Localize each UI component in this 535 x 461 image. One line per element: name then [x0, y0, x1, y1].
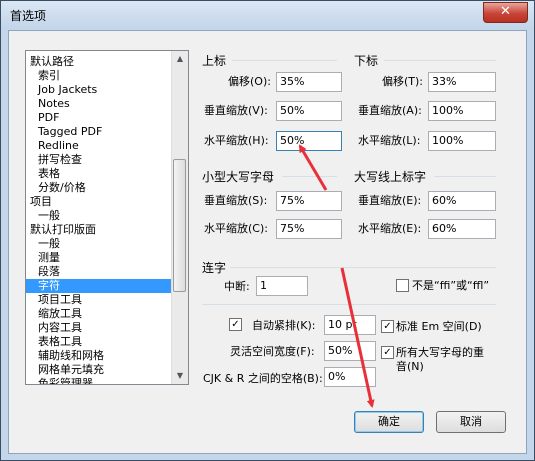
arrow-to-hscale — [298, 144, 328, 191]
arrow-to-ok — [340, 267, 375, 408]
annotation-arrows — [298, 144, 375, 408]
